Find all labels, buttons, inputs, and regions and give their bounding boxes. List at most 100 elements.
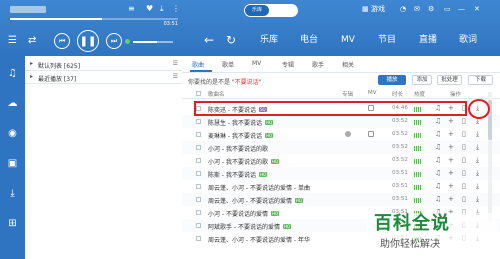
row-checkbox[interactable]	[196, 236, 201, 241]
back-icon[interactable]: ←	[204, 34, 214, 46]
cloud-icon[interactable]: ☁	[5, 98, 20, 110]
add-icon[interactable]: +	[448, 195, 454, 203]
favorite-icon[interactable]: ▯	[462, 182, 466, 190]
table-row[interactable]: 小河 - 我不要说话的歌 HQ 03:52 ♫ + ▯ ⤓	[182, 154, 500, 167]
add-icon[interactable]: +	[448, 117, 454, 125]
shuffle-icon[interactable]: ⇄	[28, 36, 36, 46]
song-title[interactable]: 周云蓬、小河 - 不要说话的爱情 - 单曲	[208, 183, 310, 192]
share-icon[interactable]: ⋮	[172, 4, 180, 14]
table-row[interactable]: 小河 - 我不要说话的歌 03:52 ♫ + ▯ ⤓	[182, 141, 500, 154]
song-title[interactable]: 小河 - 不要说话的爱情 HQ	[208, 209, 280, 218]
headphones-icon[interactable]: ♫	[435, 117, 441, 125]
row-checkbox[interactable]	[196, 145, 201, 150]
pause-icon[interactable]: ❚❚	[77, 30, 99, 52]
table-row[interactable]: 麦琳琳 - 我不要说话 HQ 03:52 ♫ + ▯ ⤓	[182, 128, 500, 141]
favorite-icon[interactable]: ▯	[462, 156, 466, 164]
song-title[interactable]: 麦琳琳 - 我不要说话 HQ	[208, 131, 274, 140]
row-checkbox[interactable]	[196, 158, 201, 163]
game-label[interactable]: 游戏	[371, 5, 385, 14]
download-icon[interactable]: ⤓	[476, 143, 479, 151]
apps-icon[interactable]: ⊞	[5, 218, 20, 230]
settings-icon[interactable]: ⚙	[428, 5, 434, 14]
song-title[interactable]: 周云蓬、小河 - 不要说话的爱情 - 年华	[208, 235, 310, 244]
subtab-mv[interactable]: MV	[252, 60, 261, 67]
search-box[interactable]: 乐库	[244, 4, 298, 17]
tab-library[interactable]: 乐库	[260, 35, 278, 46]
headphones-icon[interactable]: ♫	[435, 182, 441, 190]
volume-slider[interactable]	[133, 41, 173, 43]
album-icon[interactable]	[345, 131, 351, 137]
download-icon[interactable]: ⤓	[476, 182, 479, 190]
minimize-icon[interactable]: —	[458, 5, 465, 14]
expand-arrow-icon[interactable]: ▸	[30, 73, 33, 80]
song-title[interactable]: 阿斌歌手 - 不要说话的爱情 HQ	[208, 222, 292, 231]
song-title[interactable]: 小河 - 我不要说话的歌 HQ	[208, 157, 280, 166]
subtab-songs[interactable]: 歌曲	[192, 60, 204, 69]
song-title[interactable]: 陈斯 - 我不要说话 HQ	[208, 170, 268, 179]
play-all-button[interactable]: 播放	[378, 75, 406, 85]
volume-icon[interactable]	[125, 39, 130, 44]
heart-icon[interactable]: ♥	[146, 4, 153, 14]
subtab-albums[interactable]: 专辑	[282, 60, 294, 69]
playlist-item-default[interactable]: ▸ 默认列表 [625] ☰	[25, 58, 182, 71]
add-icon[interactable]: +	[448, 169, 454, 177]
table-row[interactable]: 陈斯 - 我不要说话 HQ 03:51 ♫ + ▯ ⤓	[182, 167, 500, 180]
headphones-icon[interactable]: ♫	[435, 130, 441, 138]
row-checkbox[interactable]	[196, 197, 201, 202]
suggestion-link[interactable]: 不要说话	[235, 79, 259, 86]
tab-mv[interactable]: MV	[341, 35, 355, 46]
headphones-icon[interactable]: ♫	[435, 156, 441, 164]
table-row[interactable]: 陈慧生 - 我不要说话 HQ 03:52 ♫ + ▯ ⤓	[182, 115, 500, 128]
download-icon[interactable]: ⤓	[5, 188, 20, 200]
tab-lyrics[interactable]: 歌词	[459, 35, 477, 46]
headphones-icon[interactable]: ♫	[435, 195, 441, 203]
download-icon[interactable]: ⤓	[476, 156, 479, 164]
song-title[interactable]: 陈慧生 - 我不要说话 HQ	[208, 118, 274, 127]
download-icon[interactable]: ⤓	[476, 195, 479, 203]
tab-shows[interactable]: 节目	[378, 35, 396, 46]
playlist-icon[interactable]: ☰	[8, 36, 17, 46]
add-icon[interactable]: +	[448, 130, 454, 138]
row-checkbox[interactable]	[196, 119, 201, 124]
select-all-checkbox[interactable]	[196, 91, 201, 96]
add-icon[interactable]: +	[448, 143, 454, 151]
favorite-icon[interactable]: ▯	[462, 195, 466, 203]
headphones-icon[interactable]: ♫	[435, 143, 441, 151]
song-title[interactable]: 周云蓬、小河 - 不要说话的爱情 HQ	[208, 196, 304, 205]
download-icon[interactable]: ⤓	[476, 169, 479, 177]
mv-icon[interactable]	[368, 131, 374, 137]
list-menu-icon[interactable]: ☰	[173, 73, 178, 80]
music-icon[interactable]: ♫	[5, 68, 20, 80]
download-icon[interactable]: ⤓	[476, 130, 479, 138]
playlist-item-recent[interactable]: ▸ 最近播放 [37] ☰	[25, 71, 182, 84]
next-icon[interactable]: ⏭	[106, 33, 122, 49]
headphones-icon[interactable]: ♫	[435, 169, 441, 177]
list-menu-icon[interactable]: ☰	[173, 60, 178, 67]
skin-icon[interactable]: ◔	[400, 5, 406, 14]
video-icon[interactable]: ▣	[5, 158, 20, 170]
subtab-artists[interactable]: 歌手	[312, 60, 324, 69]
previous-icon[interactable]: ⏮	[54, 33, 70, 49]
row-checkbox[interactable]	[196, 223, 201, 228]
add-button[interactable]: 添加	[412, 75, 432, 85]
song-title[interactable]: 小河 - 我不要说话的歌	[208, 144, 268, 153]
table-row[interactable]: 周云蓬、小河 - 不要说话的爱情 HQ 03:51 ♫ + ▯ ⤓	[182, 193, 500, 206]
row-checkbox[interactable]	[196, 171, 201, 176]
download-icon[interactable]: ⤓	[160, 4, 164, 14]
table-row[interactable]: 周云蓬、小河 - 不要说话的爱情 - 单曲 03:51 ♫ + ▯ ⤓	[182, 180, 500, 193]
row-checkbox[interactable]	[196, 184, 201, 189]
subtab-related[interactable]: 相关	[342, 60, 354, 69]
subtab-playlists[interactable]: 歌单	[222, 60, 234, 69]
radio-icon[interactable]: ◉	[5, 128, 20, 140]
favorite-icon[interactable]: ▯	[462, 130, 466, 138]
close-icon[interactable]: ✕	[474, 5, 480, 14]
menu-icon[interactable]: ≡	[128, 4, 135, 14]
refresh-icon[interactable]: ↻	[226, 34, 236, 46]
batch-button[interactable]: 批处理	[437, 75, 462, 85]
row-checkbox[interactable]	[196, 132, 201, 137]
mini-mode-icon[interactable]: ▭	[444, 5, 451, 14]
tab-radio[interactable]: 电台	[300, 35, 318, 46]
add-icon[interactable]: +	[448, 156, 454, 164]
favorite-icon[interactable]: ▯	[462, 169, 466, 177]
add-icon[interactable]: +	[448, 182, 454, 190]
